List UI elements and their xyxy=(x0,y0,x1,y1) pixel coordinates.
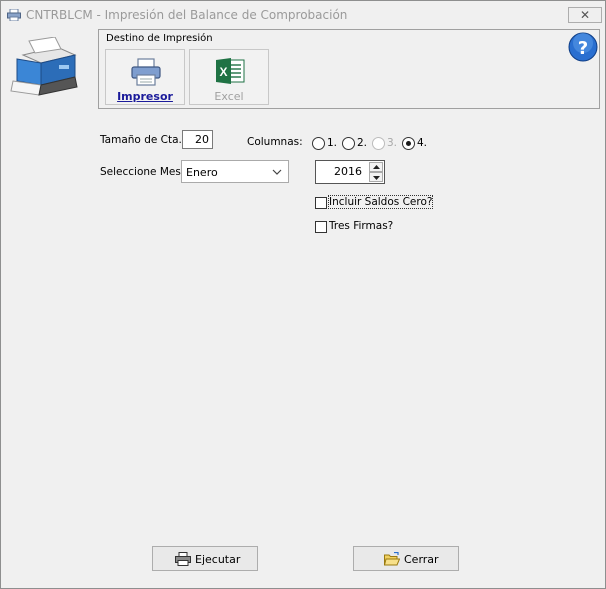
year-value: 2016 xyxy=(334,165,362,178)
printer-button-label: Impresor xyxy=(117,90,173,103)
year-decrement-button[interactable] xyxy=(369,172,383,182)
help-icon[interactable]: ? xyxy=(568,32,598,62)
close-button-label: Cerrar xyxy=(404,553,439,566)
excel-destination-button[interactable]: X Excel xyxy=(189,49,269,105)
year-increment-button[interactable] xyxy=(369,162,383,172)
include-zero-balances-label: Incluir Saldos Cero? xyxy=(327,195,434,209)
printer-icon xyxy=(175,552,191,566)
window-title: CNTRBLCM - Impresión del Balance de Comp… xyxy=(26,8,348,22)
close-icon: ✕ xyxy=(579,8,591,22)
arrow-down-icon xyxy=(373,176,380,180)
year-spinner[interactable]: 2016 xyxy=(315,160,385,184)
execute-button[interactable]: Ejecutar xyxy=(152,546,258,571)
column-option-4-radio[interactable] xyxy=(402,137,415,150)
account-size-value: 20 xyxy=(195,133,209,146)
three-signatures-label: Tres Firmas? xyxy=(329,220,394,232)
column-option-3-label: 3. xyxy=(387,137,398,149)
column-option-1-radio[interactable] xyxy=(312,137,325,150)
account-size-input[interactable]: 20 xyxy=(182,130,213,149)
chevron-down-icon xyxy=(272,169,282,175)
svg-text:X: X xyxy=(219,65,227,79)
printer-destination-button[interactable]: Impresor xyxy=(105,49,185,105)
column-option-2-label: 2. xyxy=(357,137,368,149)
folder-open-icon xyxy=(384,552,400,566)
column-option-3-radio[interactable] xyxy=(372,137,385,150)
column-option-1-label: 1. xyxy=(327,137,338,149)
include-zero-balances-checkbox[interactable] xyxy=(315,197,327,209)
excel-button-label: Excel xyxy=(214,90,244,103)
execute-button-label: Ejecutar xyxy=(195,553,241,566)
column-option-4-label: 4. xyxy=(417,137,428,149)
excel-icon: X xyxy=(216,58,245,84)
columns-label: Columnas: xyxy=(247,136,303,148)
printer-icon xyxy=(131,58,161,86)
month-value: Enero xyxy=(186,166,218,179)
printer-icon xyxy=(7,9,21,21)
three-signatures-checkbox[interactable] xyxy=(315,221,327,233)
close-button[interactable]: Cerrar xyxy=(353,546,459,571)
column-option-2-radio[interactable] xyxy=(342,137,355,150)
close-window-button[interactable]: ✕ xyxy=(568,7,602,23)
arrow-up-icon xyxy=(373,165,380,169)
title-bar: CNTRBLCM - Impresión del Balance de Comp… xyxy=(1,1,605,30)
destination-group-title: Destino de Impresión xyxy=(106,33,213,44)
svg-text:?: ? xyxy=(578,38,588,59)
month-label: Seleccione Mes xyxy=(100,166,181,178)
print-dialog-window: CNTRBLCM - Impresión del Balance de Comp… xyxy=(0,0,606,589)
account-size-label: Tamaño de Cta.: xyxy=(100,134,186,146)
month-select[interactable]: Enero xyxy=(181,160,289,183)
printer-illustration-icon xyxy=(10,37,78,96)
print-destination-group: Destino de Impresión Impresor X Excel xyxy=(98,29,600,109)
